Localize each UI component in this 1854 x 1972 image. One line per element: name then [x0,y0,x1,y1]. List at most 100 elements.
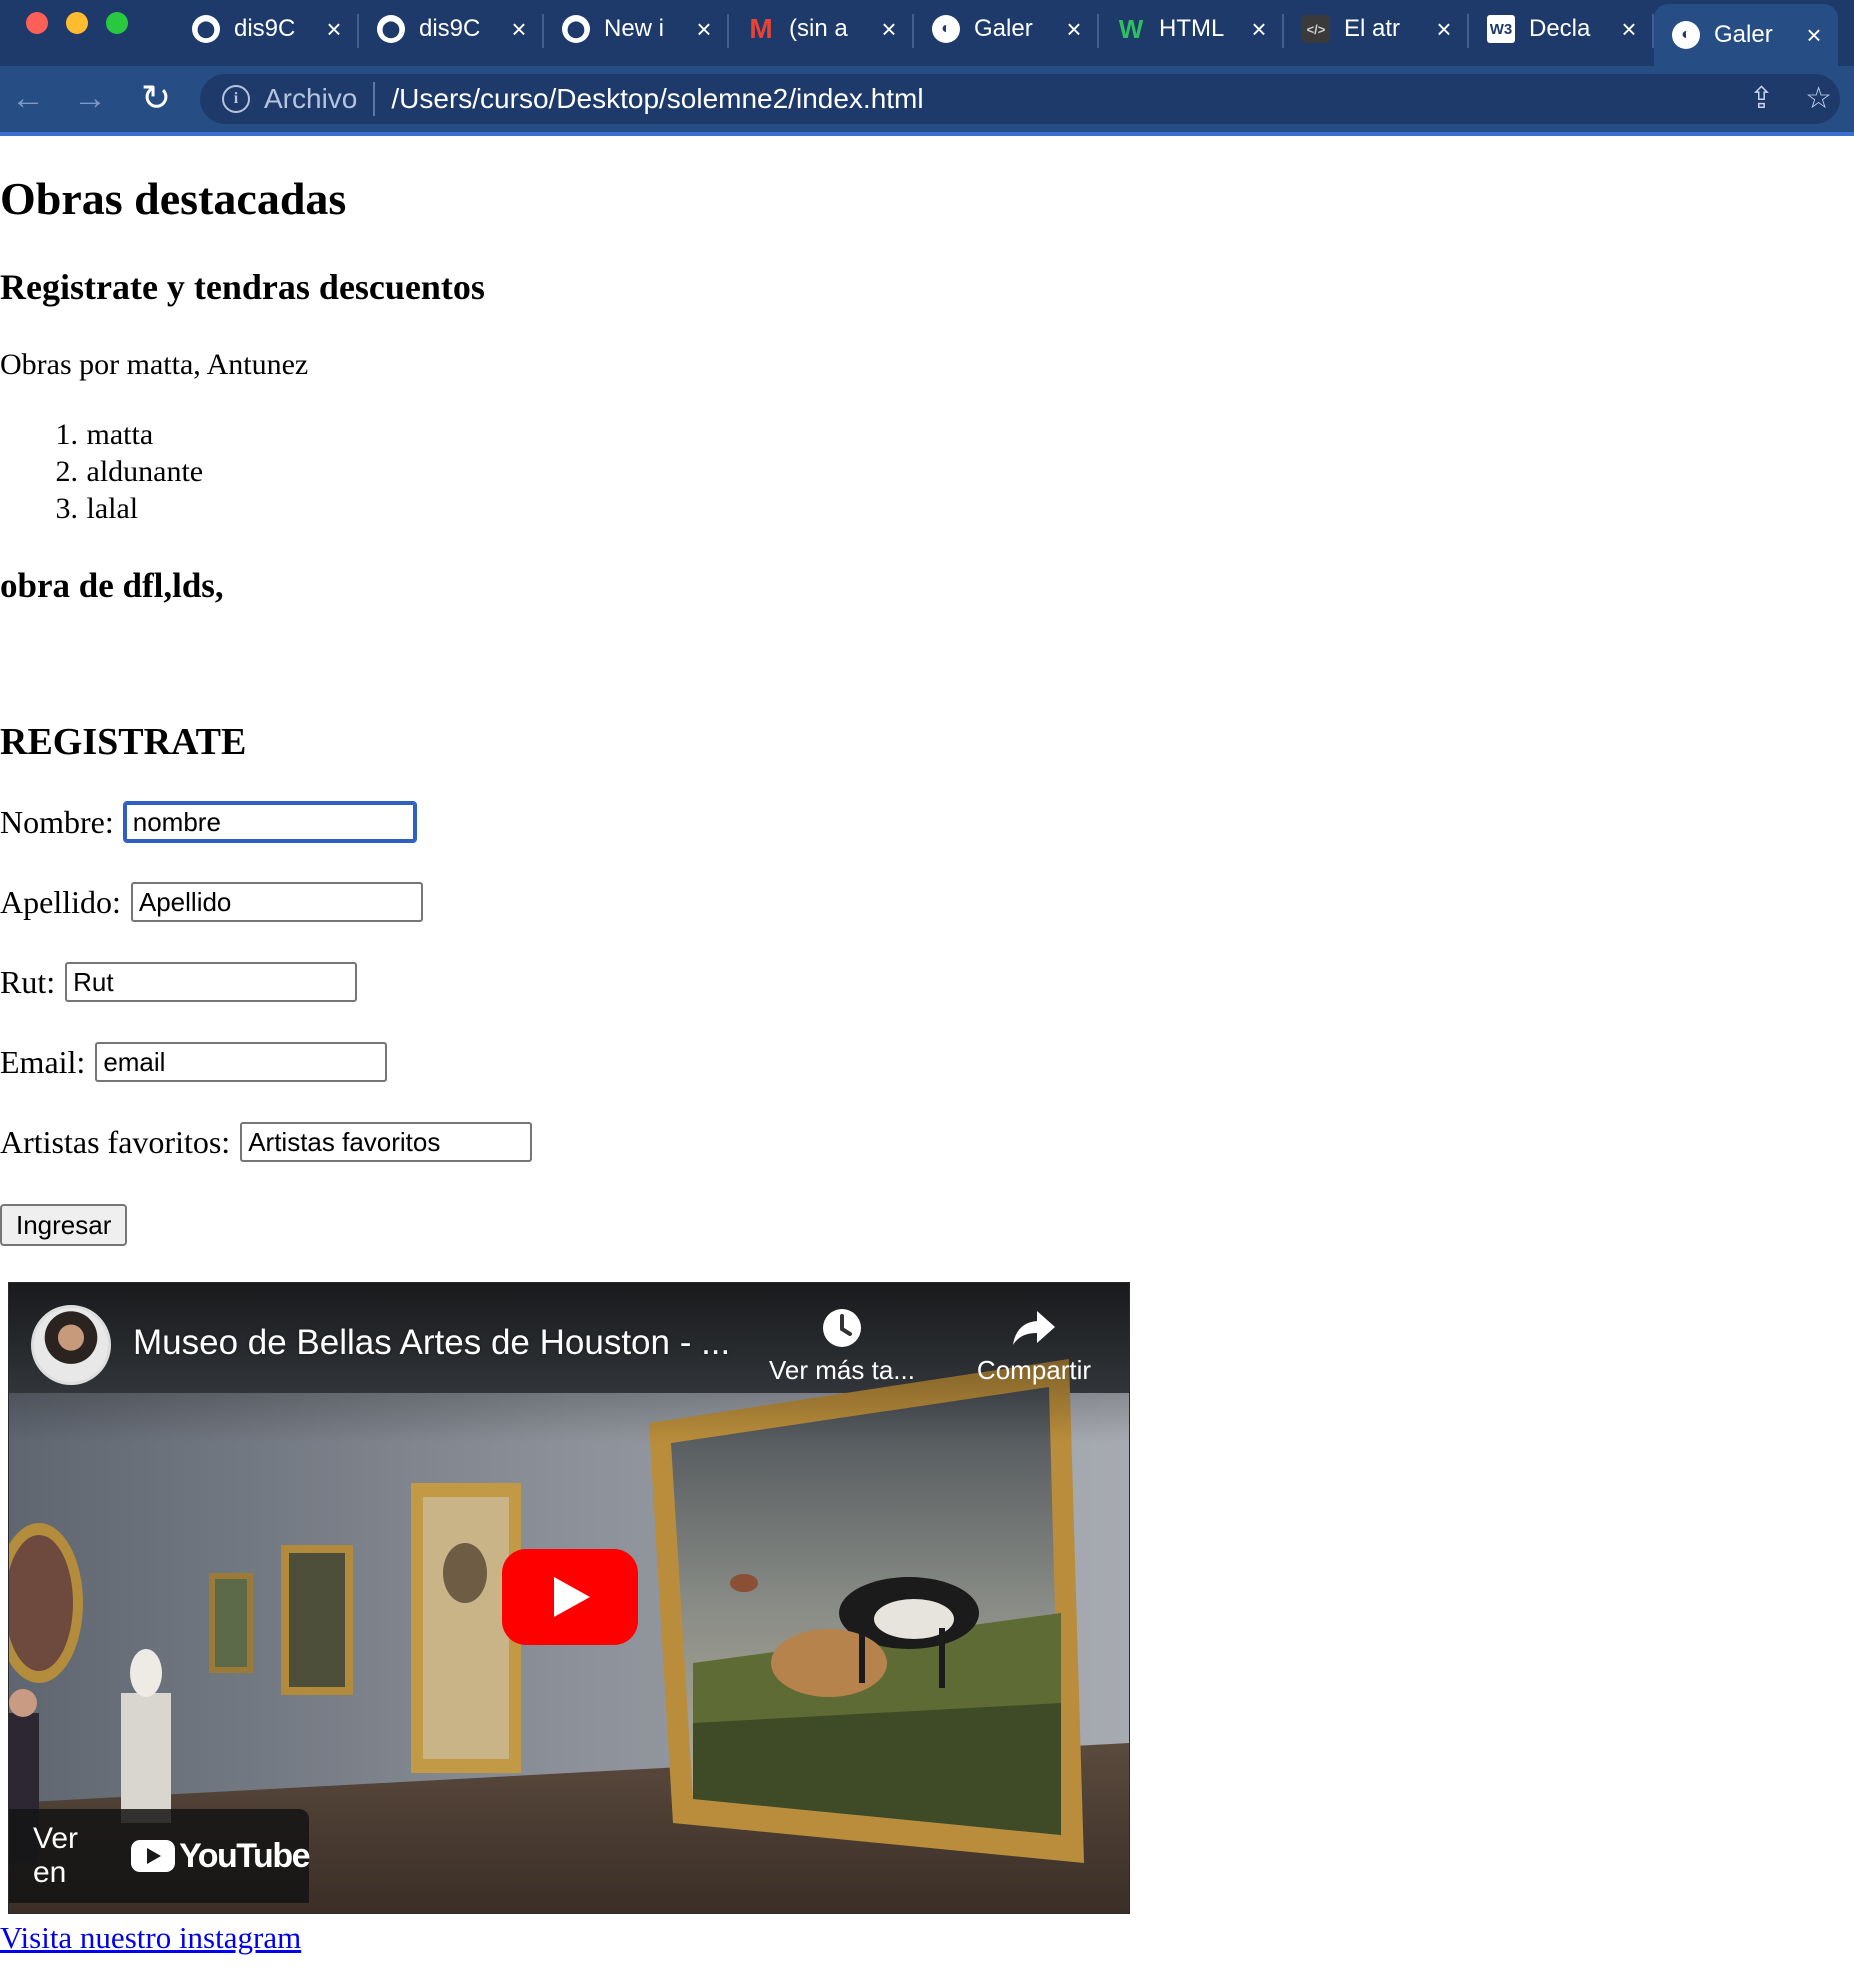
tab-title: Decla [1529,15,1591,42]
browser-toolbar: ← → ↻ i Archivo /Users/curso/Desktop/sol… [0,66,1854,136]
tab-title: dis9C [234,15,296,42]
code-icon: </> [1302,15,1330,43]
email-label: Email: [0,1043,86,1080]
close-tab-icon[interactable]: × [1802,22,1826,48]
address-scheme-label: Archivo [264,83,358,114]
tab-title: Galer [974,15,1033,42]
browser-tab[interactable]: M (sin a × [729,4,913,54]
nombre-input[interactable] [122,801,417,843]
tab-title: HTML [1159,15,1225,42]
address-divider [373,82,376,116]
email-input[interactable] [95,1042,388,1082]
nombre-label: Nombre: [0,803,114,840]
back-arrow-icon[interactable]: ← [8,78,48,118]
register-heading: REGISTRATE [0,721,247,763]
obra-heading: obra de dfl,lds, [0,566,224,605]
close-tab-icon[interactable]: × [507,16,531,42]
list-item: 1. matta [0,416,203,453]
tab-separator [542,14,544,48]
zoom-window-button[interactable] [106,12,128,34]
clock-icon [823,1309,861,1347]
browser-tab[interactable]: ⬤ New i × [544,4,728,54]
rut-label: Rut: [0,963,56,1000]
rut-row: Rut: [0,962,358,1002]
youtube-logo: YouTube [131,1837,310,1876]
channel-avatar[interactable] [31,1305,111,1385]
list-item: 3. lalal [0,490,203,527]
artistas-label: Artistas favoritos: [0,1123,231,1160]
forward-arrow-icon[interactable]: → [70,78,110,118]
reload-icon[interactable]: ↻ [136,78,176,118]
watch-later-button[interactable]: Ver más ta... [757,1307,927,1386]
nombre-row: Nombre: [0,801,417,843]
artistas-input[interactable] [240,1122,533,1162]
tab-title: New i [604,15,665,42]
close-tab-icon[interactable]: × [1062,16,1086,42]
list-item-text: matta [86,418,154,451]
close-tab-icon[interactable]: × [1617,16,1641,42]
tab-separator [357,14,359,48]
browser-tab[interactable]: ◐ Galer × [914,4,1098,54]
tab-strip: ⬤ dis9C × ⬤ dis9C × ⬤ New i × M (sin a × ◐ Galer × W HTM… [0,0,1854,66]
browser-tab[interactable]: W HTML × [1099,4,1283,54]
list-item-text: lalal [86,492,139,525]
subtitle: Registrate y tendras descuentos [0,267,485,307]
browser-tab[interactable]: ◐ Galer × [1654,4,1838,66]
list-item: 2. aldunante [0,453,204,490]
share-label: Compartir [976,1355,1092,1385]
tab-title: dis9C [419,15,481,42]
ingresar-button[interactable]: Ingresar [0,1204,128,1246]
tab-title: El atr [1344,15,1401,42]
close-tab-icon[interactable]: × [877,16,901,42]
tab-separator [727,14,729,48]
artistas-row: Artistas favoritos: [0,1122,533,1162]
list-item-text: aldunante [86,455,204,488]
bookmark-star-icon[interactable]: ☆ [1805,74,1832,124]
github-icon: ⬤ [377,15,405,43]
video-title[interactable]: Museo de Bellas Artes de Houston - ... [133,1323,730,1363]
apellido-input[interactable] [130,882,423,922]
list-number: 3. [55,492,79,525]
tab-title: Galer [1714,21,1773,48]
instagram-link[interactable]: Visita nuestro instagram [0,1920,301,1956]
wix-icon: W [1118,13,1144,44]
youtube-embed[interactable]: Museo de Bellas Artes de Houston - ... V… [8,1282,1130,1914]
address-url[interactable]: /Users/curso/Desktop/solemne2/index.html [391,83,923,115]
browser-tab[interactable]: W3 Decla × [1469,4,1653,54]
apellido-label: Apellido: [0,883,121,920]
apellido-row: Apellido: [0,882,423,922]
artists-list: 1. matta 2. aldunante 3. lalal [0,416,204,527]
watch-on-youtube-button[interactable]: Ver en YouTube [9,1809,310,1903]
rut-input[interactable] [65,962,358,1002]
share-video-button[interactable]: Compartir [959,1307,1109,1386]
close-window-button[interactable] [26,12,48,34]
tab-separator [912,14,914,48]
tab-separator [1282,14,1284,48]
browser-tab[interactable]: </> El atr × [1284,4,1468,54]
close-tab-icon[interactable]: × [692,16,716,42]
list-number: 2. [55,455,79,488]
watch-on-label: Ver en [33,1822,79,1889]
address-bar[interactable]: i Archivo /Users/curso/Desktop/solemne2/… [200,74,1840,124]
globe-icon: ◐ [1672,21,1700,49]
list-number: 1. [55,418,79,451]
intro-text: Obras por matta, Antunez [0,348,309,381]
close-tab-icon[interactable]: × [1247,16,1271,42]
tab-separator [1467,14,1469,48]
tab-separator [1652,14,1654,48]
close-tab-icon[interactable]: × [1432,16,1456,42]
play-button[interactable] [502,1549,638,1645]
youtube-logo-icon [131,1840,176,1872]
w3schools-icon: W3 [1487,15,1515,43]
watch-later-label: Ver más ta... [769,1355,915,1385]
email-row: Email: [0,1042,388,1082]
info-icon[interactable]: i [222,85,250,113]
close-tab-icon[interactable]: × [322,16,346,42]
browser-tab[interactable]: ⬤ dis9C × [359,4,543,54]
browser-tab[interactable]: ⬤ dis9C × [174,4,358,54]
github-icon: ⬤ [562,15,590,43]
minimize-window-button[interactable] [66,12,88,34]
share-icon[interactable]: ⇪ [1749,74,1774,124]
globe-icon: ◐ [932,15,960,43]
github-icon: ⬤ [192,15,220,43]
